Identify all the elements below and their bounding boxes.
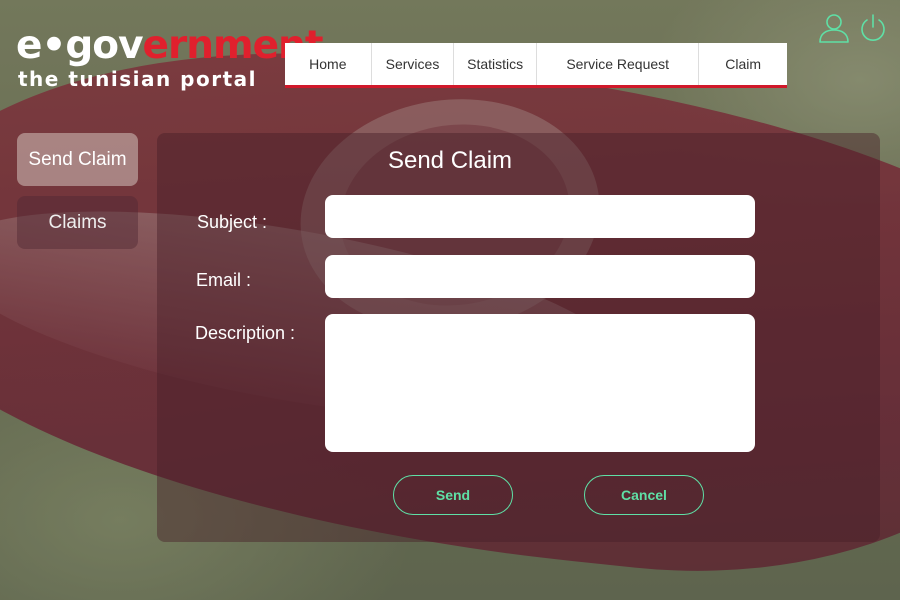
nav-service-request[interactable]: Service Request (537, 43, 700, 85)
send-button[interactable]: Send (393, 475, 513, 515)
subject-input[interactable] (325, 195, 755, 238)
nav-home[interactable]: Home (285, 43, 372, 85)
nav-services[interactable]: Services (372, 43, 455, 85)
cancel-button[interactable]: Cancel (584, 475, 704, 515)
user-icon[interactable] (818, 12, 850, 44)
logo-title: e•government (16, 23, 323, 68)
form-title: Send Claim (387, 147, 513, 174)
email-input[interactable] (325, 255, 755, 298)
power-icon[interactable] (859, 13, 887, 43)
logo: e•government the tunisian portal (16, 23, 323, 92)
email-label: Email : (196, 270, 252, 290)
nav-statistics[interactable]: Statistics (454, 43, 537, 85)
description-textarea[interactable] (325, 314, 755, 452)
subject-label: Subject : (197, 212, 268, 232)
description-label: Description : (195, 323, 296, 343)
logo-subtitle: the tunisian portal (18, 67, 258, 91)
sidebar-item-claims[interactable]: Claims (17, 196, 138, 249)
main-nav: Home Services Statistics Service Request… (285, 43, 787, 88)
nav-claim[interactable]: Claim (699, 43, 787, 85)
